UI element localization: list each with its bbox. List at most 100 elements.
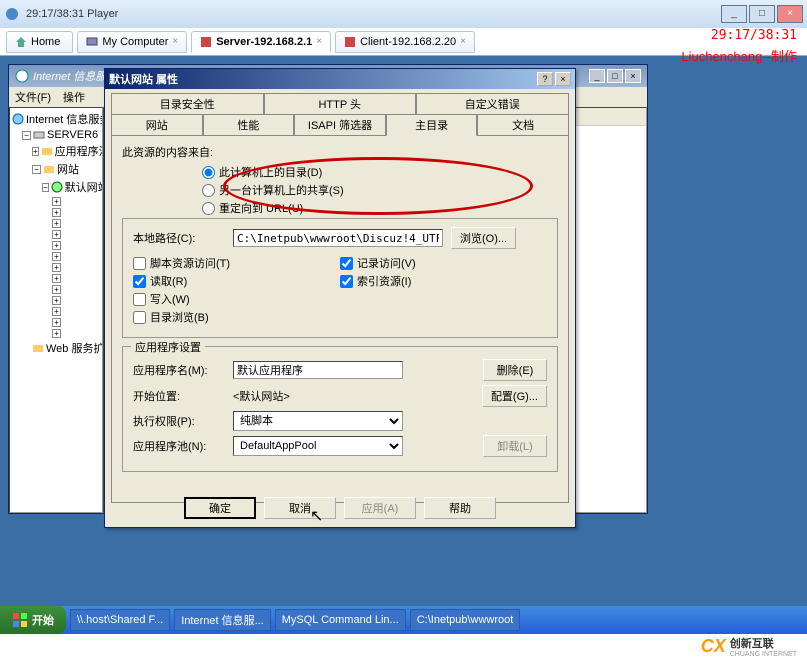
globe-icon: [12, 113, 24, 125]
tab-close-icon[interactable]: ×: [316, 36, 322, 47]
tab-close-icon[interactable]: ×: [460, 36, 466, 47]
expand-icon[interactable]: +: [52, 241, 61, 250]
apply-button: 应用(A): [344, 497, 416, 519]
radio-redirect[interactable]: [202, 202, 215, 215]
tab-documents[interactable]: 文档: [477, 114, 569, 135]
taskbar-item[interactable]: C:\Inetpub\wwwroot: [410, 609, 521, 631]
windows-logo-icon: [12, 612, 28, 628]
tree-server[interactable]: SERVER6: [47, 129, 98, 141]
player-close-button[interactable]: ×: [777, 5, 803, 23]
dialog-help-button[interactable]: ?: [537, 72, 553, 86]
start-button[interactable]: 开始: [0, 606, 66, 634]
iis-tree[interactable]: Internet 信息服务 −SERVER6 +应用程序池 −网站 −默认网站 …: [9, 107, 103, 513]
vm-icon: [344, 36, 356, 48]
menu-action[interactable]: 操作: [63, 89, 85, 105]
delete-button[interactable]: 删除(E): [483, 359, 547, 381]
brand-sub: CHUANG INTERNET: [730, 651, 797, 658]
taskbar-item[interactable]: \\.host\Shared F...: [70, 609, 170, 631]
tree-apppool[interactable]: 应用程序池: [55, 143, 103, 159]
taskbar-item[interactable]: Internet 信息服...: [174, 609, 271, 631]
expand-icon[interactable]: +: [52, 318, 61, 327]
path-label: 本地路径(C):: [133, 230, 233, 246]
iis-min-button[interactable]: _: [589, 69, 605, 83]
tab-home-directory[interactable]: 主目录: [386, 114, 478, 136]
dialog-titlebar[interactable]: 默认网站 属性 ? ×: [105, 69, 575, 89]
tab-close-icon[interactable]: ×: [172, 36, 178, 47]
tree-web[interactable]: Web 服务扩展: [46, 340, 103, 356]
tab-http-headers[interactable]: HTTP 头: [264, 93, 417, 114]
menu-file[interactable]: 文件(F): [15, 89, 51, 105]
expand-icon[interactable]: +: [52, 296, 61, 305]
chk-index[interactable]: [340, 275, 353, 288]
tab-server[interactable]: Server-192.168.2.1 ×: [191, 31, 331, 53]
expand-icon[interactable]: +: [52, 208, 61, 217]
ok-button[interactable]: 确定: [184, 497, 256, 519]
expand-icon[interactable]: +: [52, 329, 61, 338]
taskbar-item[interactable]: MySQL Command Lin...: [275, 609, 406, 631]
player-minimize-button[interactable]: _: [721, 5, 747, 23]
unload-button: 卸载(L): [483, 435, 547, 457]
expand-icon[interactable]: +: [52, 219, 61, 228]
chk-script-access[interactable]: [133, 257, 146, 270]
tree-sites[interactable]: 网站: [57, 161, 79, 177]
tab-custom-errors[interactable]: 自定义错误: [416, 93, 569, 114]
overlay-time: 29:17/38:31: [711, 28, 797, 43]
radio-local-label: 此计算机上的目录(D): [219, 164, 322, 180]
tab-mycomputer[interactable]: My Computer ×: [77, 31, 187, 53]
expand-icon[interactable]: +: [52, 230, 61, 239]
start-value: <默认网站>: [233, 388, 403, 404]
tab-client[interactable]: Client-192.168.2.20 ×: [335, 31, 475, 53]
exec-label: 执行权限(P):: [133, 413, 233, 429]
player-maximize-button[interactable]: □: [749, 5, 775, 23]
app-settings-label: 应用程序设置: [131, 339, 205, 355]
vm-icon: [200, 36, 212, 48]
chk-browse-label: 目录浏览(B): [150, 309, 209, 325]
expand-icon[interactable]: +: [52, 197, 61, 206]
app-pool-select[interactable]: DefaultAppPool: [233, 436, 403, 456]
browse-button[interactable]: 浏览(O)...: [451, 227, 516, 249]
expand-icon[interactable]: +: [52, 285, 61, 294]
chk-index-label: 索引资源(I): [357, 273, 411, 289]
player-status-bar: CX 创新互联 CHUANG INTERNET: [0, 634, 807, 659]
tab-home[interactable]: Home: [6, 31, 73, 53]
home-icon: [15, 36, 27, 48]
player-title: 29:17/38:31 Player: [26, 8, 719, 20]
tree-default-site[interactable]: 默认网站: [65, 179, 103, 195]
dialog-close-button[interactable]: ×: [555, 72, 571, 86]
collapse-icon[interactable]: −: [32, 165, 41, 174]
cursor-icon: ↖: [310, 506, 323, 526]
chk-write[interactable]: [133, 293, 146, 306]
collapse-icon[interactable]: −: [42, 183, 49, 192]
dialog-title: 默认网站 属性: [109, 71, 535, 87]
tab-performance[interactable]: 性能: [203, 114, 295, 135]
dialog-tabs: 目录安全性 HTTP 头 自定义错误 网站 性能 ISAPI 筛选器 主目录 文…: [105, 89, 575, 135]
expand-icon[interactable]: +: [32, 147, 39, 156]
watermark-logo: CX 创新互联 CHUANG INTERNET: [701, 635, 797, 658]
site-icon: [51, 181, 63, 193]
tree-root[interactable]: Internet 信息服务: [26, 111, 103, 127]
dialog-button-row: 确定 取消 应用(A) 帮助: [105, 497, 575, 519]
tab-isapi[interactable]: ISAPI 筛选器: [294, 114, 386, 135]
chk-log-label: 记录访问(V): [357, 255, 416, 271]
radio-share[interactable]: [202, 184, 215, 197]
tab-website[interactable]: 网站: [111, 114, 203, 135]
expand-icon[interactable]: +: [52, 274, 61, 283]
expand-icon[interactable]: +: [52, 307, 61, 316]
app-name-input[interactable]: [233, 361, 403, 379]
iis-max-button[interactable]: □: [607, 69, 623, 83]
chk-log-visits[interactable]: [340, 257, 353, 270]
server-icon: [33, 129, 45, 141]
local-path-input[interactable]: [233, 229, 443, 247]
expand-icon[interactable]: +: [52, 252, 61, 261]
collapse-icon[interactable]: −: [22, 131, 31, 140]
help-button[interactable]: 帮助: [424, 497, 496, 519]
chk-dir-browse[interactable]: [133, 311, 146, 324]
expand-icon[interactable]: +: [52, 263, 61, 272]
config-button[interactable]: 配置(G)...: [482, 385, 547, 407]
iis-close-button[interactable]: ×: [625, 69, 641, 83]
radio-local-dir[interactable]: [202, 166, 215, 179]
cancel-button[interactable]: 取消: [264, 497, 336, 519]
exec-permissions-select[interactable]: 纯脚本: [233, 411, 403, 431]
chk-read[interactable]: [133, 275, 146, 288]
tab-dir-security[interactable]: 目录安全性: [111, 93, 264, 114]
